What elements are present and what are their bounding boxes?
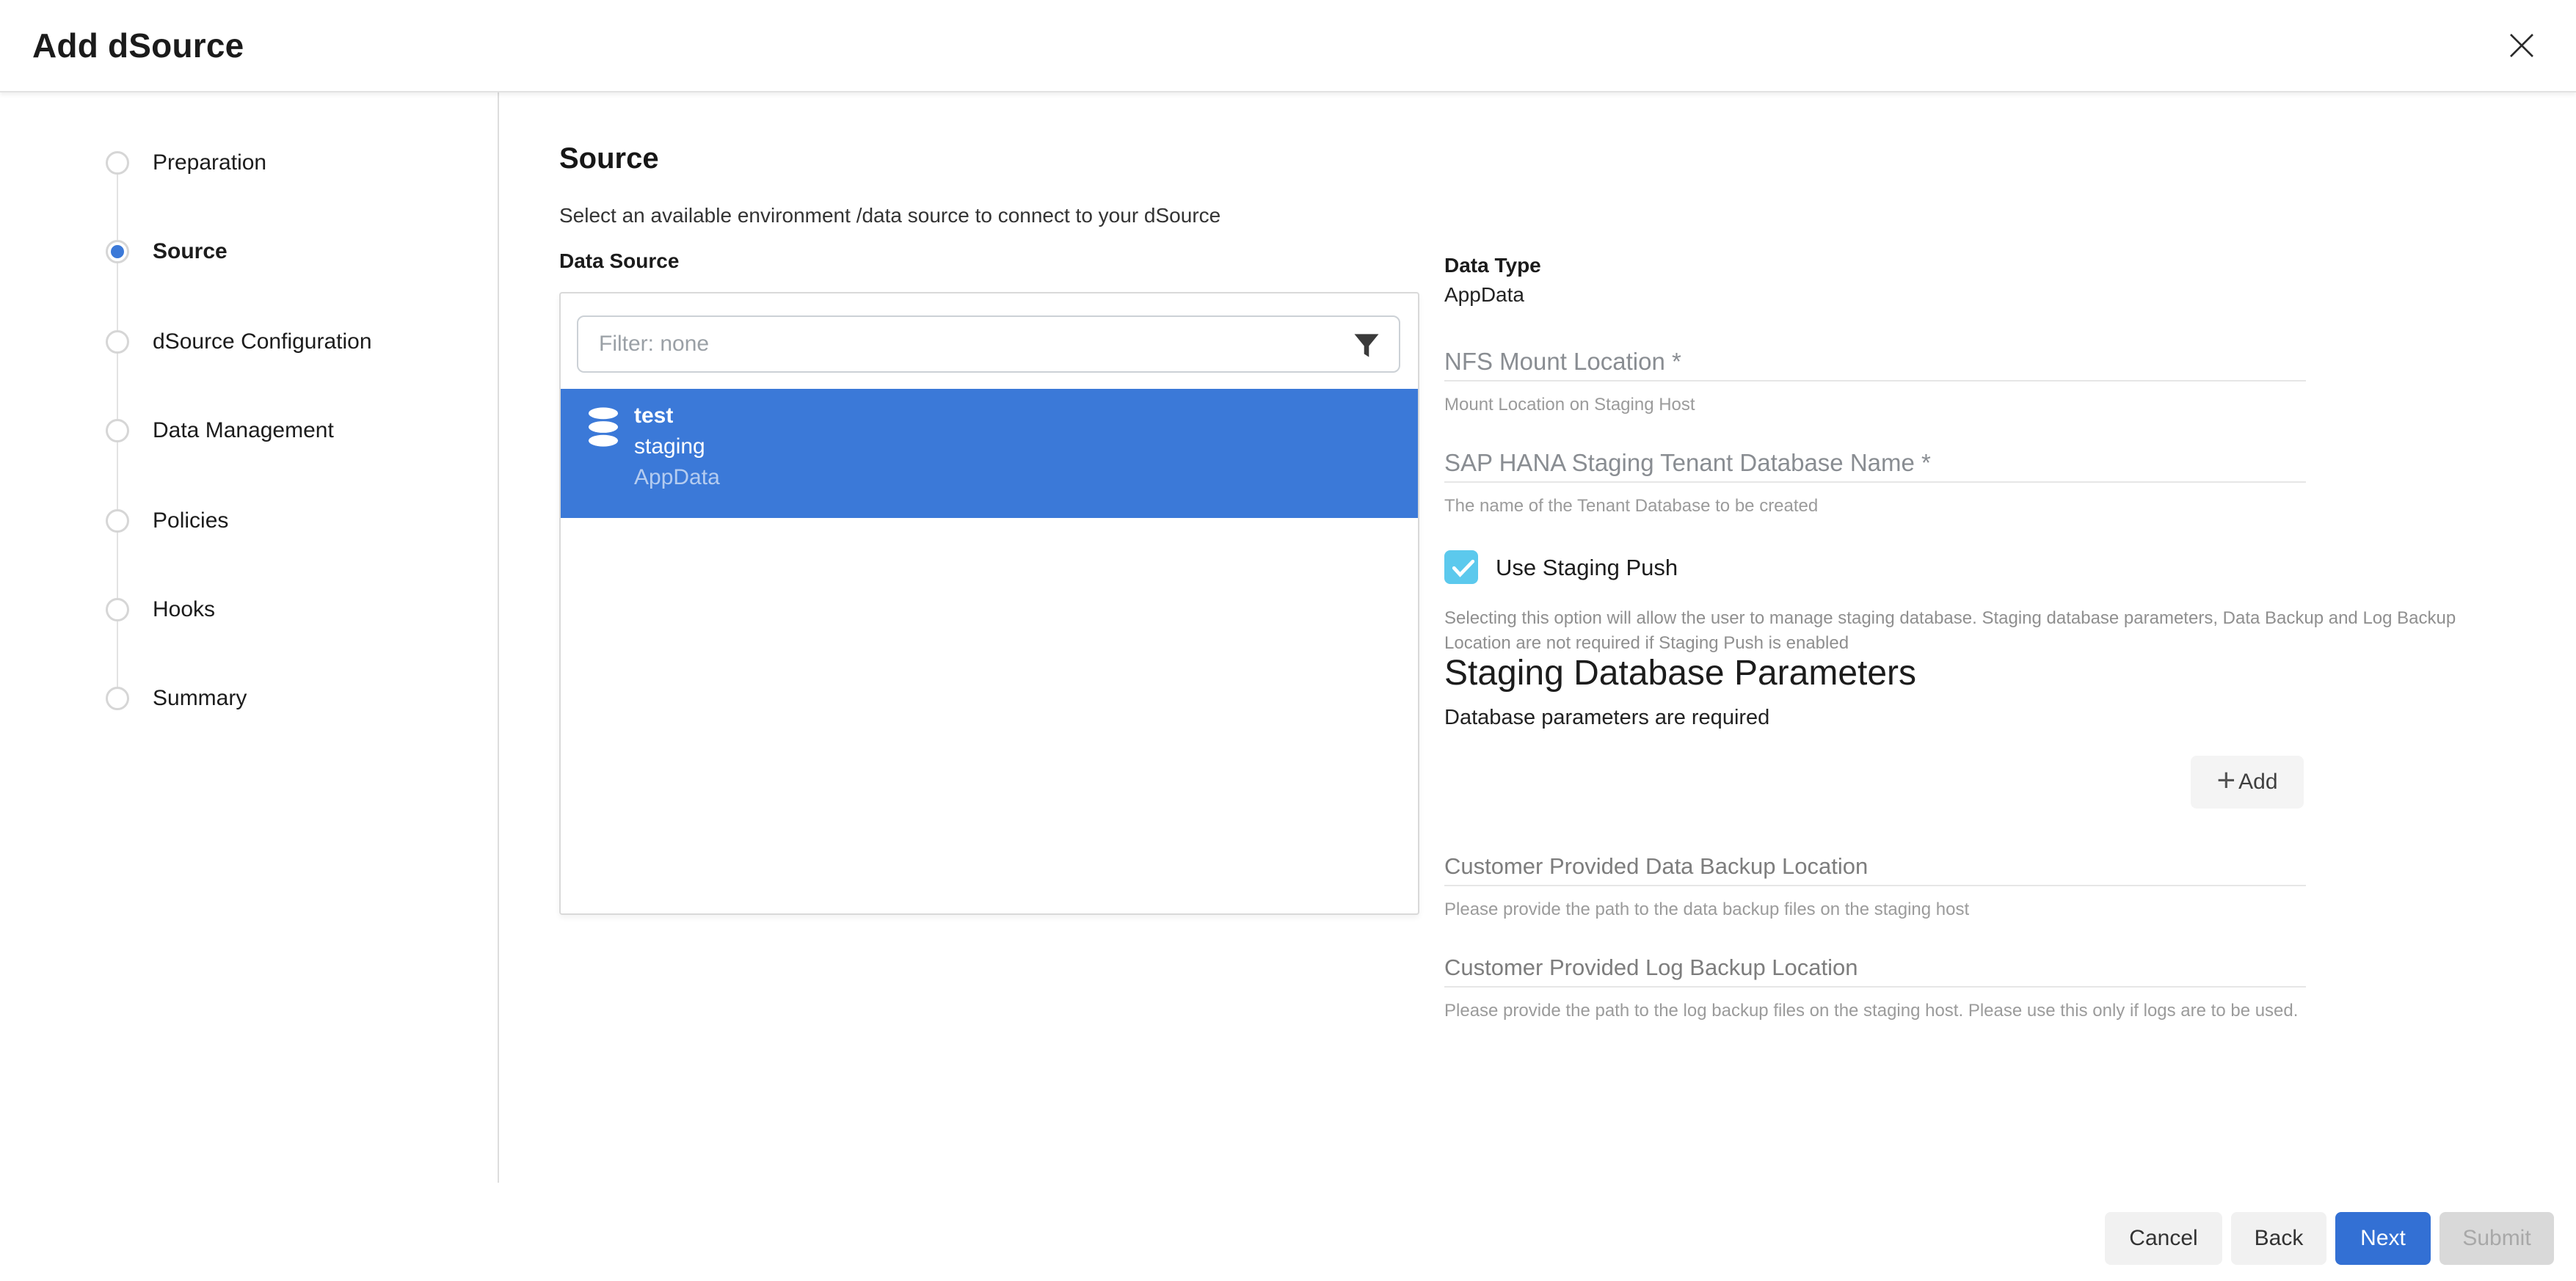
data-backup-helper: Please provide the path to the data back…	[1444, 899, 1969, 920]
nfs-mount-helper: Mount Location on Staging Host	[1444, 395, 1695, 415]
step-policies[interactable]: Policies	[0, 505, 499, 537]
step-summary[interactable]: Summary	[0, 682, 499, 715]
step-preparation[interactable]: Preparation	[0, 147, 499, 179]
staging-db-params-subtext: Database parameters are required	[1444, 706, 1769, 730]
step-label: Policies	[153, 508, 228, 533]
submit-button[interactable]: Submit	[2439, 1212, 2554, 1265]
close-icon	[2507, 31, 2536, 60]
staging-db-params-heading: Staging Database Parameters	[1444, 653, 1916, 693]
step-label: Source	[153, 239, 228, 264]
filter-funnel-icon[interactable]	[1350, 329, 1383, 362]
back-button[interactable]: Back	[2231, 1212, 2326, 1265]
step-circle	[106, 509, 129, 533]
data-source-label: Data Source	[559, 249, 679, 273]
plus-icon: +	[2216, 764, 2235, 797]
source-section-description: Select an available environment /data so…	[559, 204, 1220, 227]
log-backup-helper: Please provide the path to the log backu…	[1444, 1001, 2298, 1021]
filter-field	[577, 315, 1400, 373]
cancel-button[interactable]: Cancel	[2105, 1212, 2222, 1265]
step-circle	[106, 419, 129, 442]
step-label: Data Management	[153, 418, 334, 443]
log-backup-location-input[interactable]	[1444, 949, 2306, 988]
data-source-name: test	[634, 404, 673, 428]
close-button[interactable]	[2494, 18, 2550, 73]
step-label: Preparation	[153, 150, 266, 175]
sap-hana-tenant-helper: The name of the Tenant Database to be cr…	[1444, 496, 1818, 517]
dialog-title: Add dSource	[32, 26, 244, 65]
step-label: Summary	[153, 686, 247, 711]
nfs-mount-location-input[interactable]	[1444, 343, 2306, 382]
data-type-value: AppData	[1444, 283, 1524, 307]
dialog-header: Add dSource	[0, 0, 2576, 92]
data-source-type: AppData	[634, 465, 720, 490]
add-parameter-button[interactable]: + Add	[2191, 756, 2304, 809]
data-source-environment: staging	[634, 434, 705, 459]
database-icon	[586, 406, 621, 448]
step-circle	[106, 330, 129, 354]
next-button[interactable]: Next	[2335, 1212, 2431, 1265]
step-circle	[106, 598, 129, 621]
add-dsource-dialog: Add dSource Preparation Source dSource C…	[0, 0, 2576, 1281]
use-staging-push-checkbox[interactable]	[1444, 550, 1478, 584]
step-source[interactable]: Source	[0, 236, 499, 268]
step-label: Hooks	[153, 597, 215, 622]
step-hooks[interactable]: Hooks	[0, 594, 499, 626]
step-circle	[106, 687, 129, 710]
step-label: dSource Configuration	[153, 329, 372, 354]
staging-push-helper: Selecting this option will allow the use…	[1444, 606, 2468, 655]
wizard-stepper: Preparation Source dSource Configuration…	[0, 92, 499, 1183]
sap-hana-tenant-db-name-input[interactable]	[1444, 445, 2306, 483]
step-circle-active	[106, 240, 129, 263]
filter-input[interactable]	[578, 317, 1399, 371]
data-backup-location-input[interactable]	[1444, 848, 2306, 886]
data-type-label: Data Type	[1444, 254, 1541, 277]
checkmark-icon	[1450, 558, 1477, 580]
source-section-heading: Source	[559, 142, 659, 175]
step-circle	[106, 151, 129, 175]
data-source-list-box: test staging AppData	[559, 292, 1419, 915]
add-button-label: Add	[2238, 770, 2277, 795]
step-data-management[interactable]: Data Management	[0, 415, 499, 447]
use-staging-push-label: Use Staging Push	[1496, 555, 1678, 581]
step-dsource-configuration[interactable]: dSource Configuration	[0, 326, 499, 358]
data-source-list-item-selected[interactable]: test staging AppData	[561, 389, 1418, 518]
